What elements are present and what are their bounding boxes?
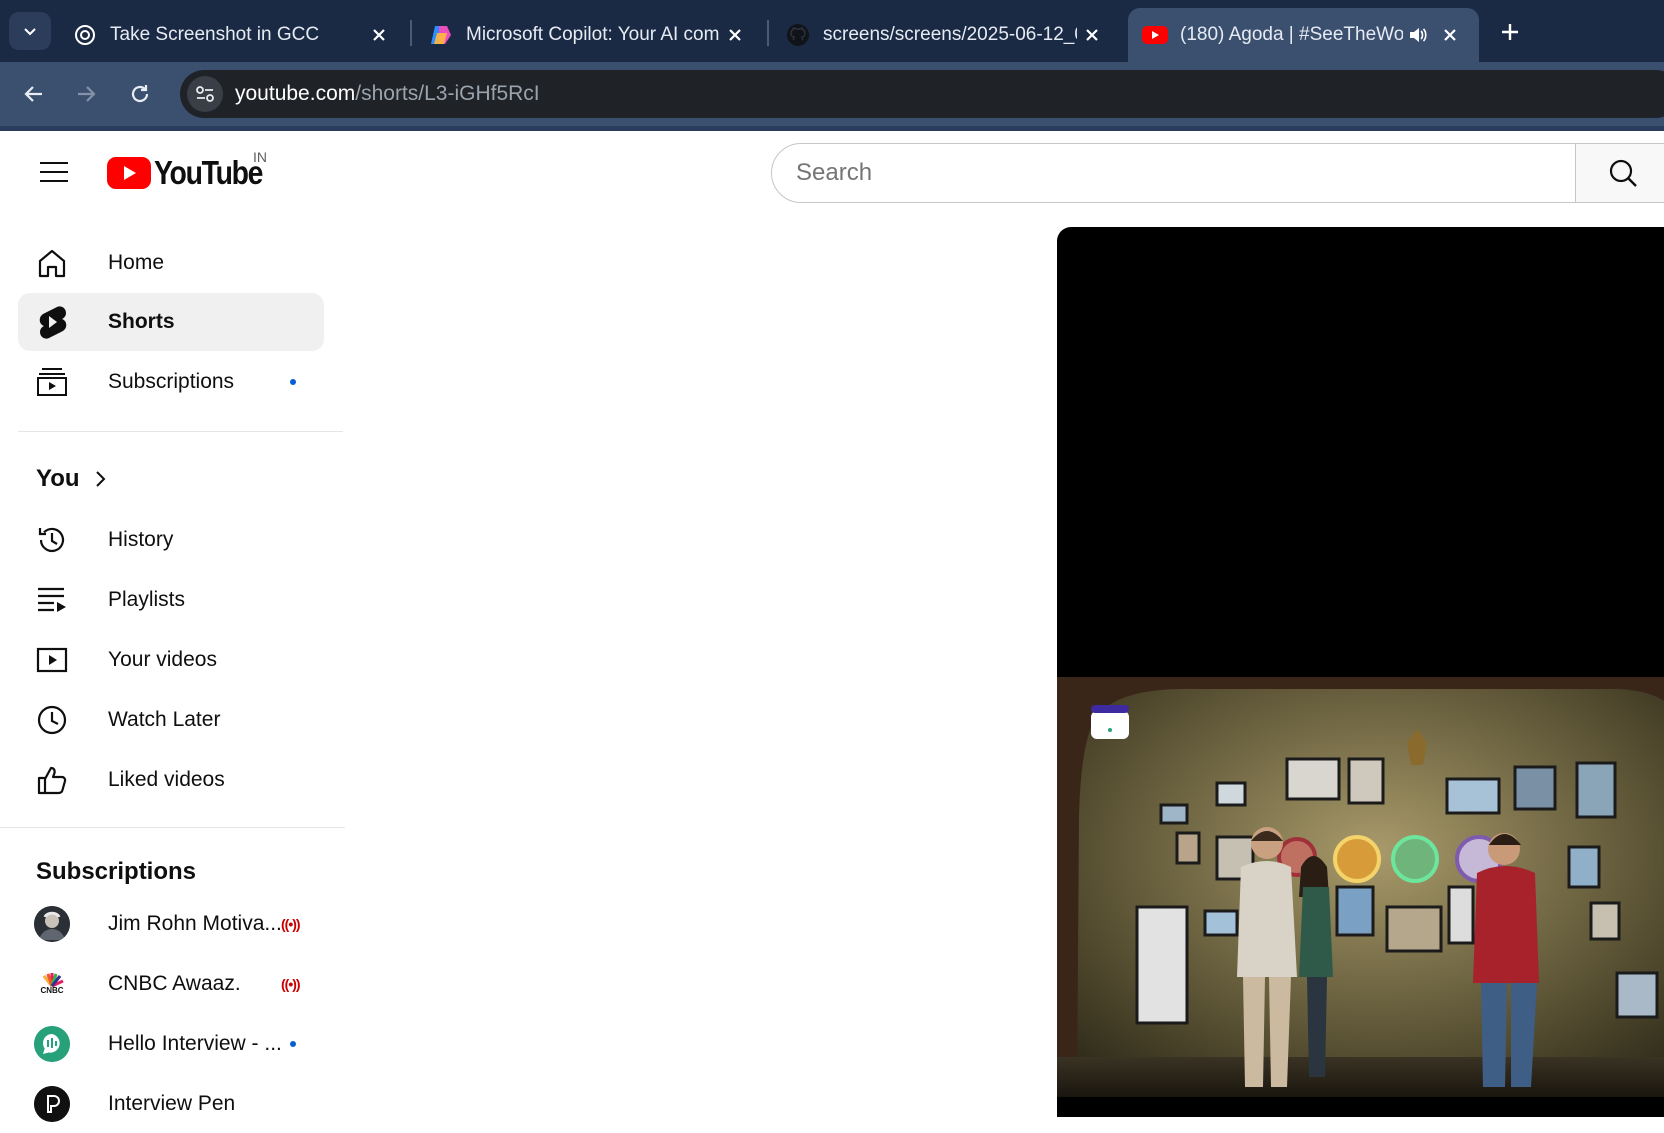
- shorts-icon: [34, 304, 70, 340]
- tab-separator: [410, 20, 412, 46]
- sidebar-divider: [0, 827, 345, 828]
- sidebar-item-label: Subscriptions: [108, 370, 235, 393]
- playlists-icon: [34, 582, 70, 618]
- tab-title: Take Screenshot in GCC: [110, 24, 320, 45]
- subscriptions-title-text: Subscriptions: [36, 858, 197, 885]
- sidebar-item-home[interactable]: Home: [18, 234, 324, 292]
- sidebar-item-label: Watch Later: [108, 708, 221, 731]
- chevron-right-icon: [95, 471, 105, 487]
- channel-name: Interview Pen: [108, 1092, 236, 1115]
- your-videos-icon: [34, 642, 70, 678]
- url-text[interactable]: youtube.com/shorts/L3-iGHf5RcI: [235, 82, 540, 106]
- guide-menu-button[interactable]: [34, 154, 74, 190]
- subscriptions-icon: [34, 364, 70, 400]
- sidebar-item-history[interactable]: History: [18, 511, 324, 569]
- watch-later-icon: [34, 702, 70, 738]
- shorts-video-player[interactable]: [1057, 227, 1664, 1117]
- sidebar-item-subscriptions[interactable]: Subscriptions: [18, 353, 324, 411]
- search-box: [771, 143, 1576, 203]
- address-bar[interactable]: youtube.com/shorts/L3-iGHf5RcI: [180, 70, 1664, 118]
- plus-icon: [1502, 24, 1518, 40]
- speaker-icon[interactable]: [1403, 20, 1433, 50]
- sidebar-item-label: Home: [108, 251, 165, 274]
- close-tab-icon[interactable]: [720, 20, 750, 50]
- youtube-logo-icon: [107, 157, 151, 189]
- reload-icon: [131, 85, 149, 103]
- sidebar-channel[interactable]: Jim Rohn Motiva... ((•)): [18, 895, 324, 953]
- live-icon: ((•)): [281, 976, 301, 992]
- url-path: /shorts/L3-iGHf5RcI: [355, 82, 540, 105]
- arrow-left-icon: [24, 86, 42, 102]
- sidebar-divider: [18, 431, 343, 432]
- country-code: IN: [253, 149, 267, 165]
- tab-title: (180) Agoda | #SeeTheWorld: [1180, 24, 1403, 45]
- you-section-title[interactable]: You: [36, 465, 108, 493]
- github-icon: [785, 22, 811, 48]
- site-info-icon[interactable]: [187, 76, 223, 112]
- liked-videos-icon: [34, 762, 70, 798]
- sidebar-channel[interactable]: Interview Pen: [18, 1075, 324, 1133]
- arrow-right-icon: [78, 86, 96, 102]
- youtube-icon: [1142, 22, 1168, 48]
- sidebar-item-label: History: [108, 528, 174, 551]
- live-icon: ((•)): [281, 916, 301, 932]
- channel-name: Hello Interview - ...: [108, 1032, 282, 1055]
- reload-button[interactable]: [122, 76, 158, 112]
- sidebar-channel[interactable]: Hello Interview - ...: [18, 1015, 324, 1073]
- home-icon: [34, 245, 70, 281]
- tab-title: Microsoft Copilot: Your AI comp: [466, 24, 720, 45]
- channel-avatar: CNBC: [34, 966, 70, 1002]
- channel-name: Jim Rohn Motiva...: [108, 912, 282, 935]
- sidebar-item-label: Playlists: [108, 588, 186, 611]
- search-input[interactable]: [796, 154, 1556, 192]
- chatgpt-icon: [72, 22, 98, 48]
- back-button[interactable]: [16, 76, 52, 112]
- browser-tab[interactable]: screens/screens/2025-06-12_09: [771, 8, 1121, 62]
- youtube-logo-text: YouTube: [154, 154, 263, 191]
- browser-toolbar: youtube.com/shorts/L3-iGHf5RcI: [0, 62, 1664, 126]
- browser-tab-strip: Take Screenshot in GCC Microsoft Copilot…: [0, 0, 1664, 62]
- new-tab-button[interactable]: [1492, 14, 1528, 50]
- channel-name: CNBC Awaaz.: [108, 972, 241, 995]
- close-tab-icon[interactable]: [1435, 20, 1465, 50]
- channel-avatar: [34, 906, 70, 942]
- browser-tab[interactable]: Microsoft Copilot: Your AI comp: [414, 8, 764, 62]
- url-host: youtube.com: [235, 82, 356, 105]
- sidebar-item-playlists[interactable]: Playlists: [18, 571, 324, 629]
- sidebar-item-shorts[interactable]: Shorts: [18, 293, 324, 351]
- channel-avatar: [34, 1086, 70, 1122]
- video-frame: [1057, 677, 1664, 1097]
- new-content-dot: [290, 379, 296, 385]
- sidebar-item-label: Your videos: [108, 648, 217, 671]
- tab-search-button[interactable]: [9, 12, 51, 50]
- sidebar-item-label: Shorts: [108, 310, 175, 333]
- close-tab-icon[interactable]: [364, 20, 394, 50]
- tab-separator: [767, 20, 769, 46]
- chevron-down-icon: [24, 28, 36, 36]
- copilot-icon: [428, 22, 454, 48]
- subscriptions-section-title: Subscriptions: [36, 858, 196, 886]
- forward-button[interactable]: [68, 76, 104, 112]
- toolbar-border: [0, 126, 1664, 131]
- channel-avatar: [34, 1026, 70, 1062]
- sidebar-channel[interactable]: CNBC CNBC Awaaz. ((•)): [18, 955, 324, 1013]
- tab-title: screens/screens/2025-06-12_09: [823, 24, 1077, 45]
- browser-tab-active[interactable]: (180) Agoda | #SeeTheWorld: [1128, 8, 1479, 62]
- browser-tab[interactable]: Take Screenshot in GCC: [58, 8, 408, 62]
- hamburger-icon: [40, 162, 68, 182]
- sidebar-item-label: Liked videos: [108, 768, 225, 791]
- history-icon: [34, 522, 70, 558]
- cnbc-avatar-text: CNBC: [40, 986, 64, 995]
- close-tab-icon[interactable]: [1077, 20, 1107, 50]
- search-icon: [1609, 159, 1637, 187]
- you-title-text: You: [36, 465, 80, 492]
- search-button[interactable]: [1575, 143, 1664, 203]
- sidebar-item-watch-later[interactable]: Watch Later: [18, 691, 324, 749]
- sidebar-item-liked-videos[interactable]: Liked videos: [18, 751, 324, 809]
- new-content-dot: [290, 1041, 296, 1047]
- sidebar-item-your-videos[interactable]: Your videos: [18, 631, 324, 689]
